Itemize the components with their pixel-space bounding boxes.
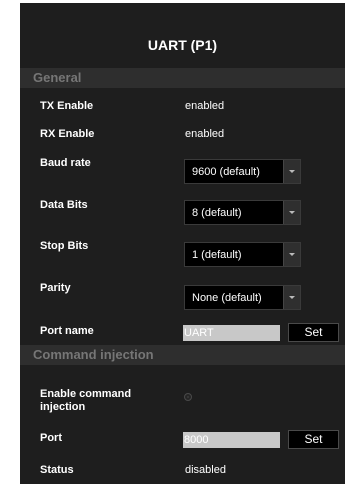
stop-bits-selected: 1 (default) [192,249,242,261]
parity-label: Parity [40,282,71,294]
rx-enable-label: RX Enable [40,128,95,140]
data-bits-label: Data Bits [40,199,88,211]
command-port-input[interactable] [183,432,280,448]
data-bits-select[interactable]: 8 (default) [184,200,301,225]
status-value: disabled [185,464,226,476]
section-header-general: General [20,68,345,88]
port-name-input[interactable] [183,325,280,341]
enable-command-injection-label-line1: Enable command [40,388,132,400]
stop-bits-select[interactable]: 1 (default) [184,242,301,267]
port-name-set-button[interactable]: Set [288,323,339,342]
port-name-label: Port name [40,325,94,337]
baud-rate-select[interactable]: 9600 (default) [184,159,301,184]
baud-rate-selected: 9600 (default) [192,166,260,178]
data-bits-selected: 8 (default) [192,207,242,219]
enable-command-injection-radio[interactable] [184,393,192,401]
tx-enable-value: enabled [185,100,225,112]
enable-command-injection-label-line2: injection [40,401,86,413]
status-label: Status [40,464,74,476]
panel-title: UART (P1) [147,37,218,53]
chevron-down-icon [283,286,300,309]
section-header-command-injection: Command injection [20,345,345,365]
uart-settings-panel: UART (P1) General TX Enable enabled RX E… [20,3,345,484]
tx-enable-label: TX Enable [40,100,94,112]
stop-bits-label: Stop Bits [40,240,89,252]
command-port-set-button[interactable]: Set [288,430,339,449]
chevron-down-icon [283,201,300,224]
command-port-label: Port [40,432,62,444]
rx-enable-value: enabled [185,128,225,140]
baud-rate-label: Baud rate [40,157,91,169]
parity-select[interactable]: None (default) [184,285,301,310]
chevron-down-icon [283,160,300,183]
chevron-down-icon [283,243,300,266]
radio-icon [187,396,189,398]
parity-selected: None (default) [192,292,262,304]
